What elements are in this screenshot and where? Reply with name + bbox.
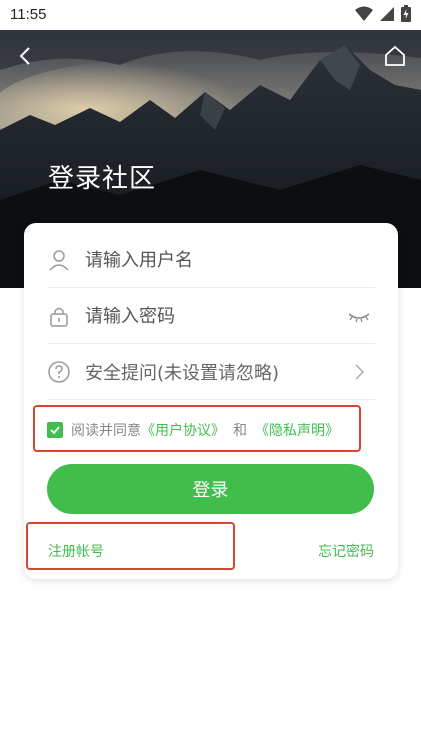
- page-title: 登录社区: [48, 164, 157, 194]
- lock-icon: [50, 307, 68, 327]
- wifi-icon: [355, 6, 373, 26]
- back-arrow-icon[interactable]: [14, 44, 38, 68]
- password-input[interactable]: [85, 305, 325, 327]
- login-button[interactable]: 登录: [47, 464, 374, 514]
- signal-icon: [379, 6, 395, 26]
- eye-closed-icon[interactable]: [347, 304, 371, 328]
- forgot-password-link[interactable]: 忘记密码: [318, 541, 374, 561]
- password-field-row: [47, 289, 375, 344]
- chevron-right-icon: [355, 364, 365, 380]
- username-input[interactable]: [85, 249, 325, 271]
- security-question-row[interactable]: 安全提问(未设置请忽略): [47, 345, 375, 400]
- status-time: 11:55: [10, 6, 47, 23]
- status-bar: 11:55: [0, 0, 421, 30]
- security-question-label: 安全提问(未设置请忽略): [85, 363, 280, 384]
- agreement-highlight-box: [33, 405, 361, 452]
- register-highlight-box: [26, 522, 235, 570]
- battery-icon: [401, 5, 411, 26]
- status-icons: [355, 5, 411, 26]
- username-field-row: [47, 233, 375, 288]
- question-icon: [48, 361, 70, 383]
- user-icon: [49, 250, 69, 271]
- home-icon[interactable]: [383, 44, 407, 68]
